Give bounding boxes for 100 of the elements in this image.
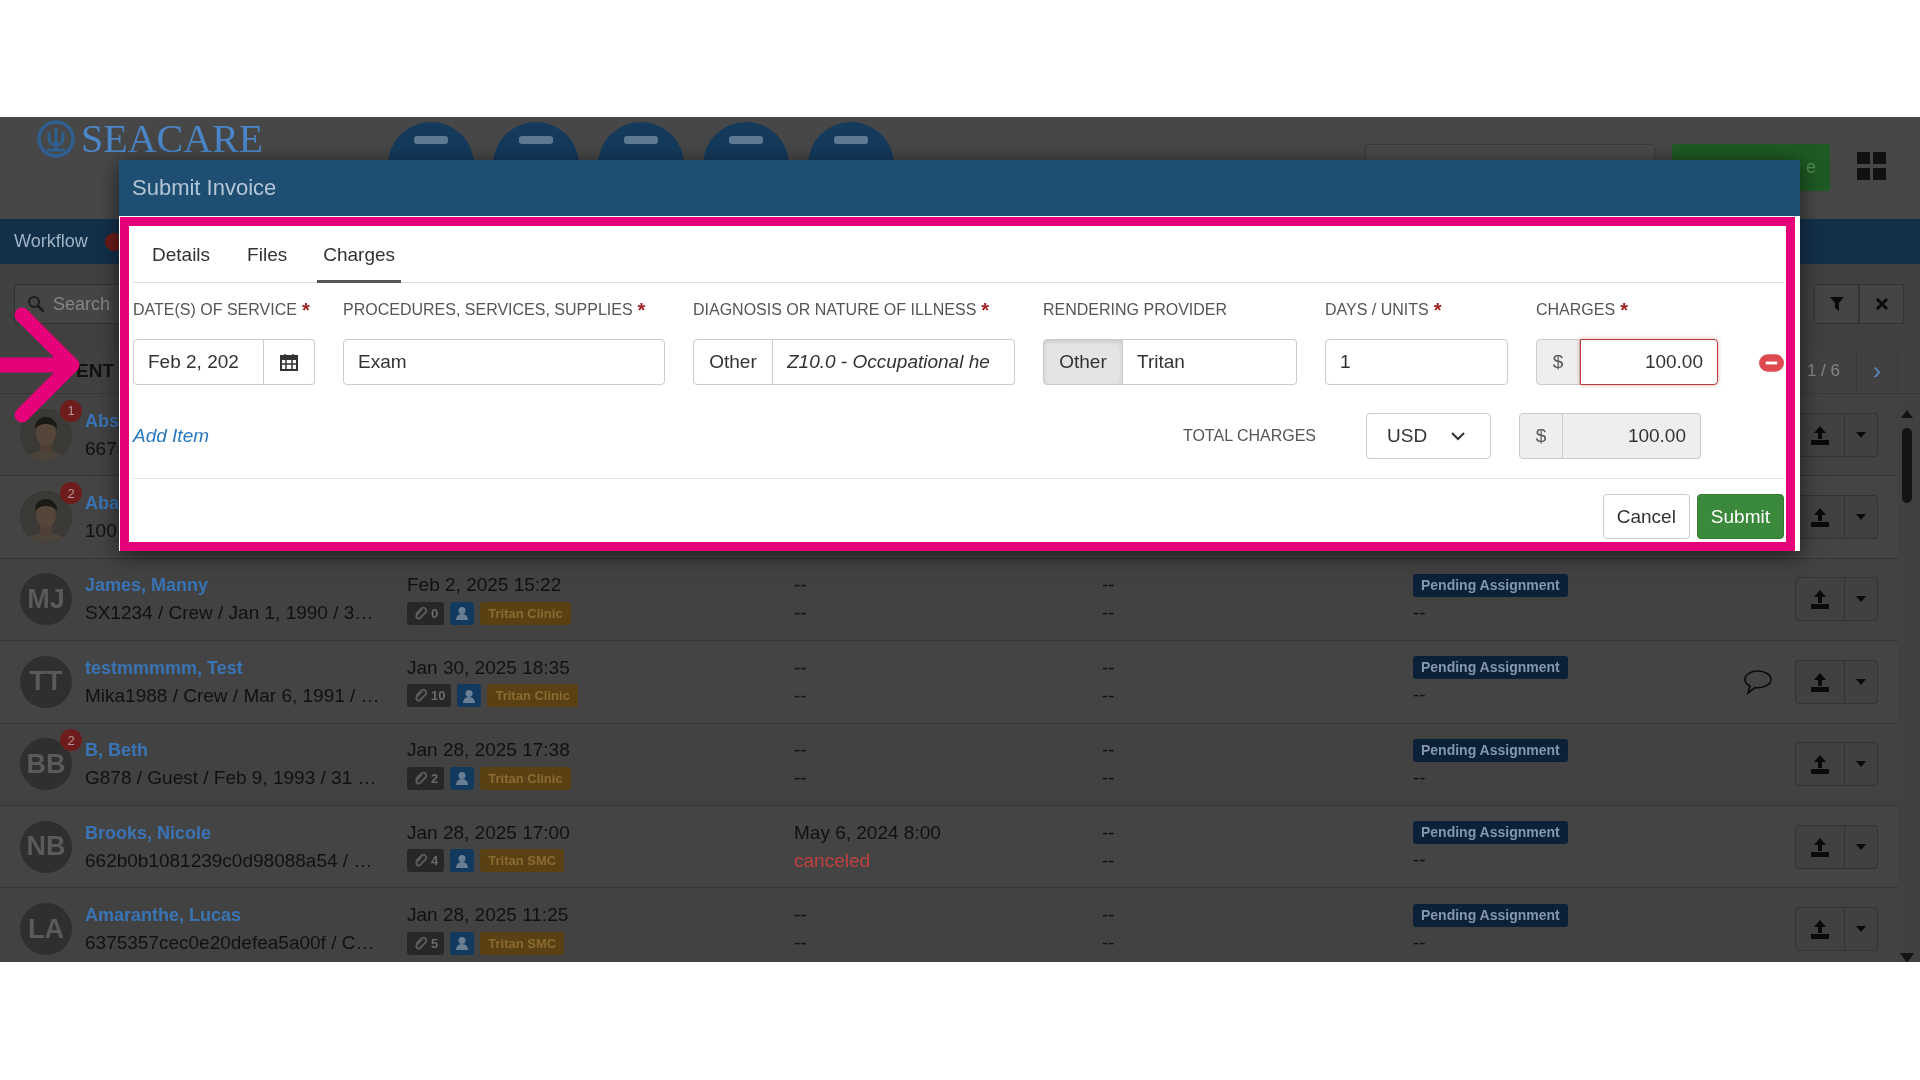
text-field[interactable]: Exam [343, 339, 665, 385]
total-label: TOTAL CHARGES [1182, 427, 1316, 445]
cell-text: -- [1413, 765, 1427, 790]
nav-tab[interactable]: Workflow [14, 231, 88, 252]
required-mark: * [1433, 299, 1442, 321]
field-label: RENDERING PROVIDER [1043, 301, 1228, 318]
cell-text: -- [1102, 820, 1116, 845]
chevron-down-icon [1451, 431, 1466, 441]
field-label: DATE(S) OF SERVICE [133, 301, 297, 318]
visit-text: -- [794, 683, 808, 708]
field-label: DIAGNOSIS OR NATURE OF ILLNESS [693, 301, 977, 318]
filter-icon [1828, 296, 1845, 312]
toggle-button[interactable]: Other [693, 339, 773, 385]
tab[interactable]: Details [133, 229, 229, 283]
logo-text: SEACARE [81, 119, 264, 159]
add-item-link[interactable]: Add Item [133, 425, 210, 447]
paperclip-icon [413, 605, 428, 621]
upload-icon [1809, 506, 1831, 529]
status-label: Pending Assignment [1413, 903, 1568, 927]
calendar-icon [280, 353, 298, 371]
close-button[interactable] [1859, 284, 1904, 324]
cell-text: -- [1102, 738, 1116, 763]
cell-text: -- [1102, 903, 1116, 928]
dropdown-button[interactable] [1845, 824, 1878, 869]
provider-field[interactable]: Tritan [1123, 339, 1297, 385]
charges-field[interactable]: 100.00 [1580, 339, 1718, 385]
paperclip-icon [413, 853, 428, 869]
submit-button[interactable]: Submit [1696, 494, 1784, 539]
cell-text: -- [1102, 601, 1116, 626]
user-icon [455, 853, 470, 868]
tab[interactable]: Charges [317, 229, 402, 283]
attachment-count: 5 [407, 931, 445, 955]
caret-icon [1855, 513, 1867, 522]
dropdown-button[interactable] [1845, 577, 1878, 622]
required-mark: * [981, 299, 990, 321]
dropdown-button[interactable] [1845, 742, 1878, 787]
visit-text: -- [794, 903, 808, 928]
cell-text: -- [1413, 683, 1427, 708]
required-mark: * [637, 299, 646, 321]
attachment-count: 0 [407, 601, 445, 625]
caret-icon [1855, 430, 1867, 439]
paperclip-icon [413, 770, 428, 786]
status-label: Pending Assignment [1413, 738, 1568, 762]
cell-text: -- [1102, 766, 1116, 791]
notification-badge: 2 [60, 482, 82, 505]
attachment-count: 10 [407, 684, 452, 708]
attachment-count: 2 [407, 766, 445, 790]
upload-icon [1809, 753, 1831, 776]
visit-text: -- [794, 655, 808, 680]
filter-button[interactable] [1814, 284, 1859, 324]
notification-badge: 2 [60, 729, 82, 752]
user-icon [455, 936, 470, 951]
required-mark: * [301, 299, 310, 321]
search-icon [27, 295, 45, 313]
cell-text: -- [1102, 655, 1116, 680]
user-icon [462, 688, 477, 703]
cell-text: -- [1413, 600, 1427, 625]
status-text: canceled [794, 848, 872, 873]
grid-icon[interactable] [1857, 152, 1886, 180]
user-icon [455, 606, 470, 621]
cell-text: -- [1413, 848, 1427, 873]
currency-symbol: $ [1536, 339, 1580, 385]
caret-icon [1855, 677, 1867, 686]
status-label: Pending Assignment [1413, 821, 1568, 845]
remove-icon[interactable] [1759, 354, 1784, 372]
paperclip-icon [413, 688, 428, 704]
scrollbar[interactable] [1898, 408, 1916, 962]
calendar-button[interactable] [264, 339, 315, 385]
close-icon [1874, 297, 1889, 311]
dropdown-button[interactable] [1845, 907, 1878, 952]
cell-text: -- [1102, 573, 1116, 598]
cancel-button[interactable]: Cancel [1602, 494, 1690, 539]
visit-text: -- [794, 573, 808, 598]
visit-text: -- [794, 931, 808, 956]
caret-icon [1855, 760, 1867, 769]
paperclip-icon [413, 935, 428, 951]
required-mark: * [1620, 299, 1628, 321]
field-label: DAYS / UNITS [1325, 301, 1429, 318]
upload-icon [1809, 918, 1831, 941]
caret-icon [1855, 842, 1867, 851]
speech-bubble-icon[interactable] [1743, 668, 1773, 695]
cell-text: -- [1102, 683, 1116, 708]
text-field[interactable]: 1 [1325, 339, 1508, 385]
trident-logo-icon [37, 120, 75, 158]
attachment-count: 4 [407, 849, 445, 873]
dropdown-button[interactable] [1845, 659, 1878, 704]
status-label: Pending Assignment [1413, 573, 1568, 597]
toggle-button[interactable]: Other [1043, 339, 1123, 385]
upload-icon [1809, 588, 1831, 611]
caret-icon [1855, 925, 1867, 934]
field-label: PROCEDURES, SERVICES, SUPPLIES [343, 301, 633, 318]
date-field[interactable]: Feb 2, 202 [133, 339, 264, 385]
field-label: CHARGES [1536, 301, 1616, 318]
currency-select[interactable]: USD [1366, 413, 1491, 459]
cell-text: -- [1102, 931, 1116, 956]
status-label: Pending Assignment [1413, 656, 1568, 680]
modal-title: Submit Invoice [132, 175, 277, 201]
tab[interactable]: Files [228, 229, 306, 283]
diagnosis-field[interactable]: Z10.0 - Occupational he [773, 339, 1015, 385]
total-field[interactable]: 100.00 [1563, 413, 1701, 459]
